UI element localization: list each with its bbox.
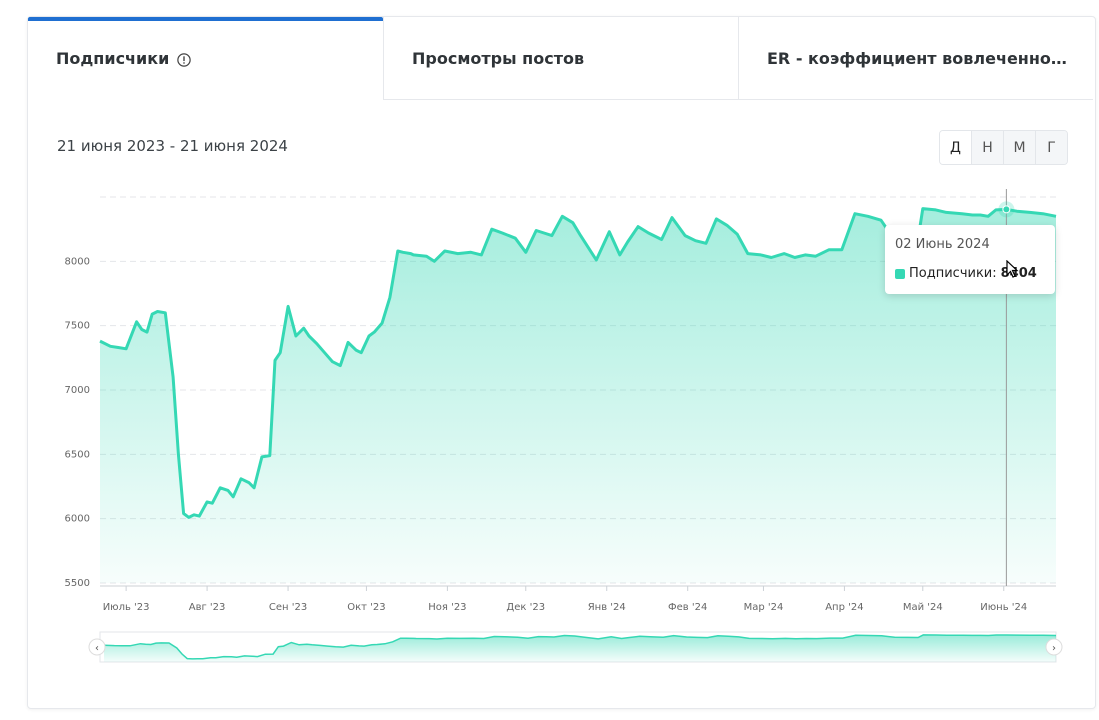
svg-text:‹: ‹ [95, 643, 99, 654]
svg-text:›: › [1052, 643, 1056, 654]
y-tick-label: 7500 [65, 321, 90, 332]
x-tick-label: Май '24 [903, 602, 943, 613]
x-tick-label: Янв '24 [588, 602, 626, 613]
x-tick-label: Окт '23 [347, 602, 385, 613]
y-tick-label: 7000 [65, 385, 90, 396]
mouse-cursor-icon [1006, 260, 1019, 278]
subscribers-area-chart[interactable]: 5500 6000 6500 7000 7500 8000 Июль '23 Авг '23… [0, 0, 1099, 720]
tooltip-series-marker [895, 268, 905, 279]
y-tick-label: 5500 [65, 578, 90, 589]
x-tick-label: Мар '24 [744, 602, 784, 613]
navigator-area [104, 634, 1056, 662]
x-tick-label: Фев '24 [668, 602, 707, 613]
x-tick-label: Ноя '23 [428, 602, 466, 613]
y-tick-label: 6000 [65, 514, 90, 525]
x-tick-label: Июль '23 [103, 602, 150, 613]
y-tick-label: 6500 [65, 449, 90, 460]
y-tick-label: 8000 [65, 256, 90, 267]
y-axis: 5500 6000 6500 7000 7500 8000 [65, 256, 90, 589]
tooltip-date: 02 Июнь 2024 [895, 237, 990, 252]
tooltip-series-label: Подписчики: [909, 266, 997, 281]
range-navigator: ‹ › [88, 631, 1063, 663]
hover-point [1002, 205, 1011, 214]
navigator-left-handle[interactable]: ‹ [88, 638, 106, 656]
x-axis: Июль '23 Авг '23 Сен '23 Окт '23 Ноя '23 Дек … [100, 585, 1056, 613]
x-tick-label: Апр '24 [825, 602, 863, 613]
tooltip-row: Подписчики: 8404 [895, 266, 1045, 281]
navigator-right-handle[interactable]: › [1045, 638, 1063, 656]
x-tick-label: Дек '23 [506, 602, 545, 613]
x-tick-label: Сен '23 [269, 602, 307, 613]
chart-tooltip: 02 Июнь 2024 Подписчики: 8404 [885, 225, 1055, 294]
x-tick-label: Авг '23 [189, 602, 226, 613]
x-tick-label: Июнь '24 [980, 602, 1027, 613]
